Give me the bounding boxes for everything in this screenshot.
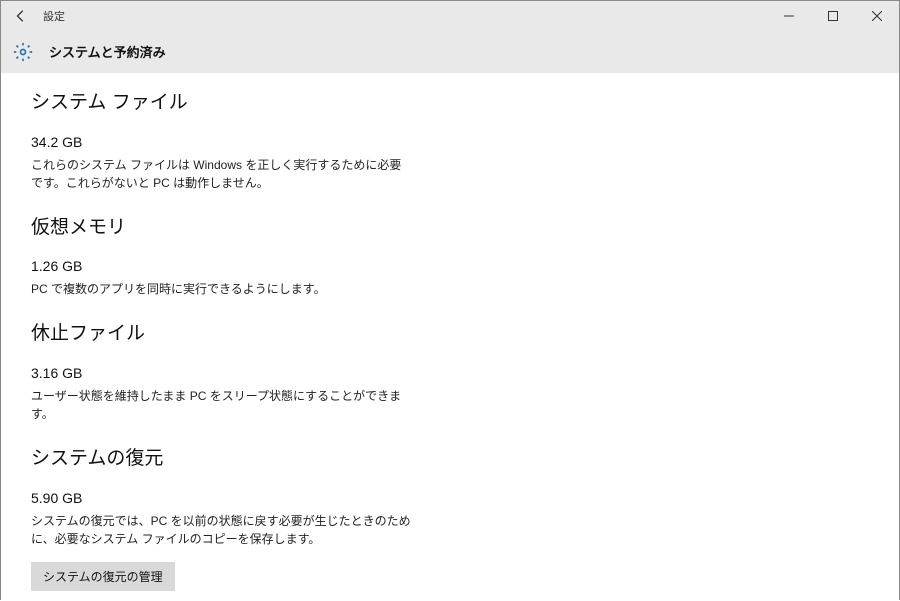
page-header: システムと予約済み	[1, 31, 899, 73]
system-files-desc: これらのシステム ファイルは Windows を正しく実行するために必要です。こ…	[31, 156, 411, 192]
system-restore-heading: システムの復元	[31, 447, 899, 472]
hibernation-desc: ユーザー状態を維持したまま PC をスリープ状態にすることができます。	[31, 387, 411, 423]
content: システム ファイル 34.2 GB これらのシステム ファイルは Windows…	[1, 73, 899, 601]
window-title: 設定	[43, 8, 65, 24]
system-restore-value: 5.90 GB	[31, 490, 899, 506]
system-files-heading: システム ファイル	[31, 91, 899, 116]
arrow-left-icon	[14, 9, 28, 23]
close-button[interactable]	[855, 1, 899, 31]
maximize-icon	[828, 11, 838, 21]
gear-icon	[13, 42, 33, 62]
hibernation-heading: 休止ファイル	[31, 322, 899, 347]
virtual-memory-value: 1.26 GB	[31, 258, 899, 274]
titlebar: 設定	[1, 1, 899, 31]
maximize-button[interactable]	[811, 1, 855, 31]
close-icon	[872, 11, 882, 21]
back-button[interactable]	[1, 1, 41, 31]
system-restore-desc: システムの復元では、PC を以前の状態に戻す必要が生じたときのために、必要なシス…	[31, 512, 411, 548]
virtual-memory-heading: 仮想メモリ	[31, 216, 899, 241]
virtual-memory-desc: PC で複数のアプリを同時に実行できるようにします。	[31, 280, 411, 298]
window-controls	[767, 1, 899, 31]
hibernation-value: 3.16 GB	[31, 365, 899, 381]
manage-system-restore-button[interactable]: システムの復元の管理	[31, 562, 175, 591]
page-title: システムと予約済み	[49, 42, 166, 61]
minimize-icon	[784, 11, 794, 21]
minimize-button[interactable]	[767, 1, 811, 31]
system-files-value: 34.2 GB	[31, 134, 899, 150]
